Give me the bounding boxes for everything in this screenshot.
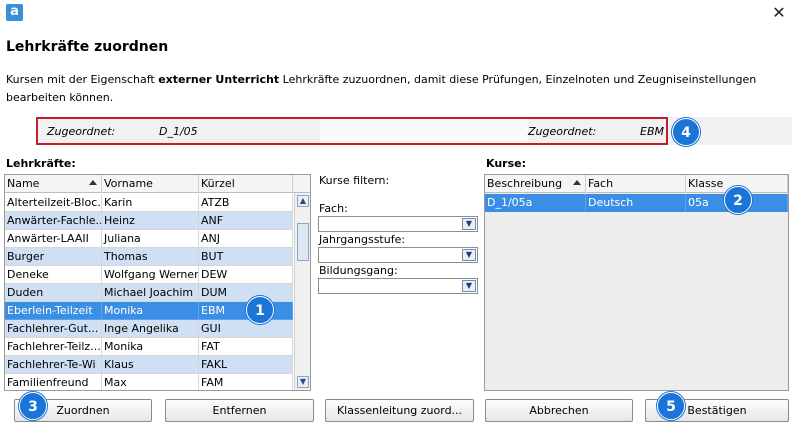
step-badge-5: 5 (657, 392, 685, 420)
fach-label: Fach: (319, 202, 348, 215)
teacher-name: Anwärter-Fachle... (5, 212, 102, 230)
teacher-kuerzel: ATZB (199, 194, 293, 212)
teacher-kuerzel: FAKL (199, 356, 293, 374)
teacher-vorname: Monika (102, 302, 199, 320)
table-row[interactable]: Fachlehrer-Teilz... Monika FAT (5, 338, 293, 356)
entfernen-button[interactable]: Entfernen (165, 399, 314, 422)
teacher-vorname: Michael Joachim (102, 284, 199, 302)
teachers-scrollbar[interactable]: ▲ ▼ (294, 193, 310, 390)
description-text: Kursen mit der Eigenschaft externer Unte… (6, 71, 786, 107)
description-emphasis: externer Unterricht (158, 73, 280, 86)
abbrechen-button[interactable]: Abbrechen (485, 399, 633, 422)
table-row[interactable]: Deneke Wolfgang Werner DEW (5, 266, 293, 284)
filter-title: Kurse filtern: (319, 174, 390, 187)
column-header-beschreibung[interactable]: Beschreibung (485, 175, 586, 193)
teacher-vorname: Inge Angelika (102, 320, 199, 338)
description-prefix: Kursen mit der Eigenschaft (6, 73, 159, 86)
sort-ascending-icon (89, 180, 97, 185)
teachers-grid-header: Name Vorname Kürzel (5, 175, 310, 193)
teacher-name: Fachlehrer-Teilz... (5, 338, 102, 356)
column-header-name[interactable]: Name (5, 175, 102, 193)
close-button[interactable]: ✕ (768, 2, 790, 24)
teacher-vorname: Thomas (102, 248, 199, 266)
fach-dropdown[interactable]: ▼ (318, 216, 478, 232)
teacher-name: Fachlehrer-Gut... (5, 320, 102, 338)
teacher-kuerzel: ANJ (199, 230, 293, 248)
chevron-down-icon[interactable]: ▼ (462, 218, 476, 230)
klassenleitung-button[interactable]: Klassenleitung zuord... (325, 399, 474, 422)
teacher-vorname: Wolfgang Werner (102, 266, 199, 284)
scroll-up-icon[interactable]: ▲ (297, 195, 309, 207)
jahrgangsstufe-label: Jahrgangsstufe: (319, 233, 406, 246)
teachers-grid: Name Vorname Kürzel Alterteilzeit-Bloc..… (4, 174, 311, 391)
assigned-teacher-label: Zugeordnet: (528, 125, 597, 138)
table-row[interactable]: Familienfreund Max FAM (5, 374, 293, 390)
step-badge-4: 4 (672, 118, 700, 146)
title-bar: a ✕ (0, 0, 796, 26)
course-fach: Deutsch (586, 194, 686, 212)
teacher-kuerzel: GUI (199, 320, 293, 338)
assigned-course-label: Zugeordnet: (47, 125, 116, 138)
chevron-down-icon[interactable]: ▼ (462, 249, 476, 261)
step-badge-1: 1 (246, 296, 274, 324)
column-header-vorname[interactable]: Vorname (102, 175, 199, 193)
step-badge-2: 2 (724, 186, 752, 214)
teacher-kuerzel: DEW (199, 266, 293, 284)
chevron-down-icon[interactable]: ▼ (462, 280, 476, 292)
table-row[interactable]: Burger Thomas BUT (5, 248, 293, 266)
teacher-kuerzel: FAM (199, 374, 293, 390)
table-row[interactable]: Alterteilzeit-Bloc... Karin ATZB (5, 194, 293, 212)
course-beschreibung: D_1/05a (485, 194, 586, 212)
teacher-kuerzel: FAT (199, 338, 293, 356)
teacher-vorname: Karin (102, 194, 199, 212)
teacher-name: Fachlehrer-Te-Wi (5, 356, 102, 374)
teacher-name: Duden (5, 284, 102, 302)
app-logo-icon: a (6, 4, 23, 21)
teacher-name: Burger (5, 248, 102, 266)
scroll-thumb[interactable] (297, 223, 309, 261)
step-badge-3: 3 (19, 392, 47, 420)
teacher-vorname: Monika (102, 338, 199, 356)
teacher-vorname: Juliana (102, 230, 199, 248)
bildungsgang-dropdown[interactable]: ▼ (318, 278, 478, 294)
teacher-vorname: Klaus (102, 356, 199, 374)
table-row[interactable]: Fachlehrer-Te-Wi Klaus FAKL (5, 356, 293, 374)
assigned-teacher-value: EBM (640, 125, 664, 138)
teacher-name: Anwärter-LAAII (5, 230, 102, 248)
teacher-kuerzel: DUM (199, 284, 293, 302)
teacher-vorname: Heinz (102, 212, 199, 230)
teacher-kuerzel: BUT (199, 248, 293, 266)
column-header-kuerzel[interactable]: Kürzel (199, 175, 293, 193)
teacher-kuerzel: ANF (199, 212, 293, 230)
teacher-name: Alterteilzeit-Bloc... (5, 194, 102, 212)
table-row[interactable]: Anwärter-Fachle... Heinz ANF (5, 212, 293, 230)
table-row[interactable]: Anwärter-LAAII Juliana ANJ (5, 230, 293, 248)
scroll-down-icon[interactable]: ▼ (297, 376, 309, 388)
teacher-name: Deneke (5, 266, 102, 284)
teacher-name: Eberlein-Teilzeit (5, 302, 102, 320)
teacher-vorname: Max (102, 374, 199, 390)
teachers-label: Lehrkräfte: (6, 157, 76, 170)
jahrgangsstufe-dropdown[interactable]: ▼ (318, 247, 478, 263)
dialog-title: Lehrkräfte zuordnen (6, 39, 169, 55)
assigned-info-box: Zugeordnet: D_1/05 Zugeordnet: EBM (36, 117, 668, 145)
table-row[interactable]: Fachlehrer-Gut... Inge Angelika GUI (5, 320, 293, 338)
assigned-course-value: D_1/05 (159, 125, 198, 138)
column-header-fach[interactable]: Fach (586, 175, 686, 193)
bildungsgang-label: Bildungsgang: (319, 264, 398, 277)
sort-ascending-icon (573, 180, 581, 185)
teacher-name: Familienfreund (5, 374, 102, 390)
courses-label: Kurse: (486, 157, 526, 170)
